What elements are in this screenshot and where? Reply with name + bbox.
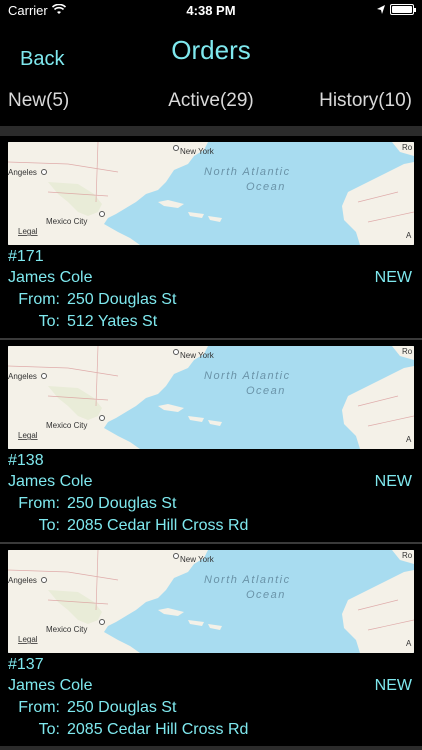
to-address: 512 Yates St — [67, 313, 158, 330]
tab-history[interactable]: History(10) — [319, 90, 412, 112]
order-card[interactable]: New York North Atlantic Ocean Angeles Me… — [0, 136, 422, 340]
svg-text:Ro: Ro — [402, 143, 413, 152]
svg-text:Legal: Legal — [18, 227, 38, 236]
svg-text:Mexico City: Mexico City — [46, 421, 87, 430]
from-address: 250 Douglas St — [67, 291, 177, 308]
to-label: To: — [38, 517, 60, 534]
svg-text:A: A — [406, 435, 412, 444]
svg-text:Ocean: Ocean — [246, 589, 286, 601]
from-address: 250 Douglas St — [67, 699, 177, 716]
to-address: 2085 Cedar Hill Cross Rd — [67, 721, 249, 738]
svg-text:A: A — [406, 231, 412, 240]
status-badge: NEW — [374, 269, 412, 286]
order-card[interactable]: New York North Atlantic Ocean Angeles Me… — [0, 340, 422, 544]
svg-text:Angeles: Angeles — [8, 168, 37, 177]
svg-text:Legal: Legal — [18, 635, 38, 644]
customer-name: James Cole — [8, 677, 93, 694]
svg-text:Legal: Legal — [18, 431, 38, 440]
svg-text:A: A — [406, 639, 412, 648]
clock: 4:38 PM — [186, 3, 236, 18]
list-spacer — [0, 126, 422, 136]
order-number: #171 — [8, 248, 44, 265]
status-badge: NEW — [374, 677, 412, 694]
from-label: From: — [18, 291, 60, 308]
order-map[interactable]: New York North Atlantic Ocean Angeles Me… — [8, 346, 414, 449]
svg-text:North Atlantic: North Atlantic — [204, 574, 291, 586]
order-card[interactable]: New York North Atlantic Ocean Angeles Me… — [0, 544, 422, 746]
svg-text:New York: New York — [180, 555, 215, 564]
customer-name: James Cole — [8, 473, 93, 490]
from-address: 250 Douglas St — [67, 495, 177, 512]
svg-text:North Atlantic: North Atlantic — [204, 166, 291, 178]
svg-text:New York: New York — [180, 351, 215, 360]
order-tabs: New(5) Active(29) History(10) — [0, 90, 422, 118]
order-number: #138 — [8, 452, 44, 469]
svg-text:Ocean: Ocean — [246, 181, 286, 193]
svg-text:Mexico City: Mexico City — [46, 625, 87, 634]
svg-text:New York: New York — [180, 147, 215, 156]
from-label: From: — [18, 495, 60, 512]
to-label: To: — [38, 721, 60, 738]
status-badge: NEW — [374, 473, 412, 490]
svg-text:Ro: Ro — [402, 551, 413, 560]
order-map[interactable]: New York North Atlantic Ocean Angeles Me… — [8, 142, 414, 245]
orders-list[interactable]: New York North Atlantic Ocean Angeles Me… — [0, 126, 422, 750]
status-bar: Carrier 4:38 PM — [0, 0, 422, 22]
page-title: Orders — [171, 35, 251, 65]
customer-name: James Cole — [8, 269, 93, 286]
svg-text:Angeles: Angeles — [8, 372, 37, 381]
svg-text:Ocean: Ocean — [246, 385, 286, 397]
order-number: #137 — [8, 656, 44, 673]
svg-text:Mexico City: Mexico City — [46, 217, 87, 226]
svg-text:Angeles: Angeles — [8, 576, 37, 585]
from-label: From: — [18, 699, 60, 716]
tab-active-label: Active(29) — [168, 90, 254, 111]
order-map[interactable]: New York North Atlantic Ocean Angeles Me… — [8, 550, 414, 653]
to-label: To: — [38, 313, 60, 330]
to-address: 2085 Cedar Hill Cross Rd — [67, 517, 249, 534]
svg-text:Ro: Ro — [402, 347, 413, 356]
battery-icon — [390, 4, 416, 15]
location-arrow-icon — [377, 5, 385, 14]
svg-text:North Atlantic: North Atlantic — [204, 370, 291, 382]
